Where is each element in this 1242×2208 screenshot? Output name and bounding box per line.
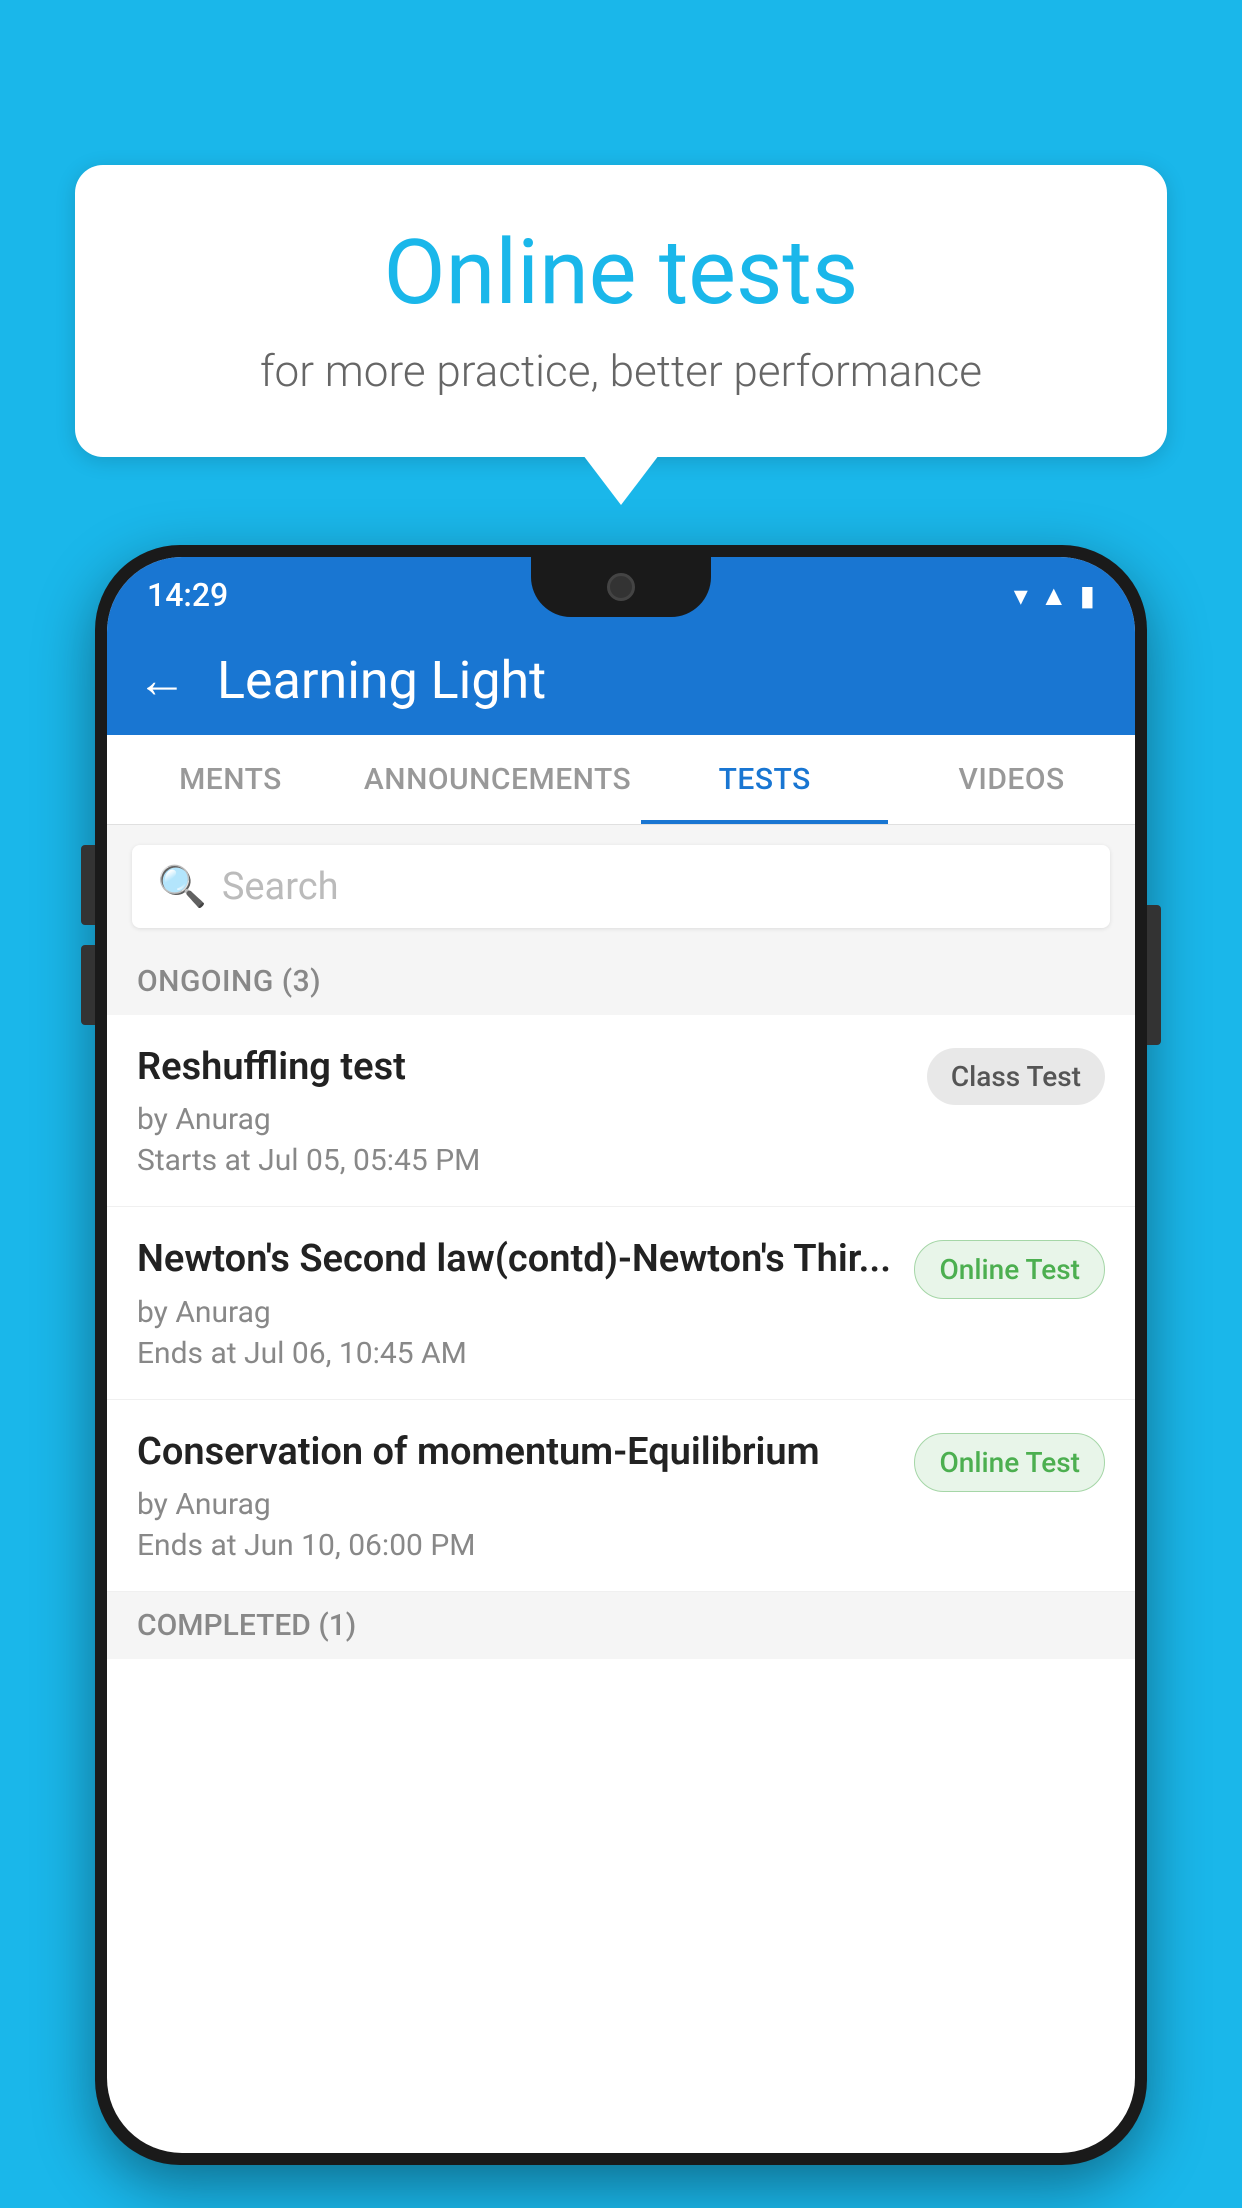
phone-screen: 14:29 ▾ ▲ ▮ ← Learning Light MENTS ANNOU… bbox=[107, 557, 1135, 2153]
test-item-2[interactable]: Newton's Second law(contd)-Newton's Thir… bbox=[107, 1207, 1135, 1399]
tab-ments[interactable]: MENTS bbox=[107, 735, 354, 824]
status-icons: ▾ ▲ ▮ bbox=[1014, 579, 1095, 612]
test-by-2: by Anurag bbox=[137, 1295, 894, 1330]
test-item-3[interactable]: Conservation of momentum-Equilibrium by … bbox=[107, 1400, 1135, 1592]
test-by-1: by Anurag bbox=[137, 1102, 907, 1137]
search-placeholder: Search bbox=[222, 865, 339, 909]
section-header-completed: COMPLETED (1) bbox=[107, 1592, 1135, 1659]
tab-tests[interactable]: TESTS bbox=[641, 735, 888, 824]
status-time: 14:29 bbox=[147, 576, 228, 614]
test-time-1: Starts at Jul 05, 05:45 PM bbox=[137, 1143, 907, 1178]
volume-up-button[interactable] bbox=[81, 845, 95, 925]
test-time-3: Ends at Jun 10, 06:00 PM bbox=[137, 1528, 894, 1563]
phone-outer: 14:29 ▾ ▲ ▮ ← Learning Light MENTS ANNOU… bbox=[95, 545, 1147, 2165]
tab-announcements[interactable]: ANNOUNCEMENTS bbox=[354, 735, 641, 824]
app-bar: ← Learning Light bbox=[107, 625, 1135, 735]
tab-videos[interactable]: VIDEOS bbox=[888, 735, 1135, 824]
search-input-wrapper[interactable]: 🔍 Search bbox=[132, 845, 1110, 928]
search-container: 🔍 Search bbox=[107, 825, 1135, 948]
test-info-3: Conservation of momentum-Equilibrium by … bbox=[137, 1428, 914, 1563]
test-time-2: Ends at Jul 06, 10:45 AM bbox=[137, 1336, 894, 1371]
battery-icon: ▮ bbox=[1080, 579, 1095, 612]
signal-icon: ▲ bbox=[1040, 579, 1068, 612]
search-icon: 🔍 bbox=[157, 863, 207, 910]
bubble-title: Online tests bbox=[135, 220, 1107, 325]
test-name-1: Reshuffling test bbox=[137, 1043, 907, 1092]
front-camera bbox=[607, 573, 635, 601]
test-name-3: Conservation of momentum-Equilibrium bbox=[137, 1428, 894, 1477]
bubble-subtitle: for more practice, better performance bbox=[135, 345, 1107, 397]
tabs-container: MENTS ANNOUNCEMENTS TESTS VIDEOS bbox=[107, 735, 1135, 825]
test-badge-2: Online Test bbox=[914, 1240, 1105, 1299]
power-button[interactable] bbox=[1147, 905, 1161, 1045]
volume-down-button[interactable] bbox=[81, 945, 95, 1025]
speech-bubble: Online tests for more practice, better p… bbox=[75, 165, 1167, 457]
test-badge-3: Online Test bbox=[914, 1433, 1105, 1492]
phone-wrapper: 14:29 ▾ ▲ ▮ ← Learning Light MENTS ANNOU… bbox=[95, 545, 1147, 2208]
wifi-icon: ▾ bbox=[1014, 579, 1028, 612]
test-info-2: Newton's Second law(contd)-Newton's Thir… bbox=[137, 1235, 914, 1370]
test-name-2: Newton's Second law(contd)-Newton's Thir… bbox=[137, 1235, 894, 1284]
section-header-ongoing: ONGOING (3) bbox=[107, 948, 1135, 1015]
test-info-1: Reshuffling test by Anurag Starts at Jul… bbox=[137, 1043, 927, 1178]
test-item-1[interactable]: Reshuffling test by Anurag Starts at Jul… bbox=[107, 1015, 1135, 1207]
app-title: Learning Light bbox=[217, 650, 546, 711]
test-badge-1: Class Test bbox=[927, 1048, 1105, 1105]
back-button[interactable]: ← bbox=[137, 651, 187, 710]
notch bbox=[531, 557, 711, 617]
test-by-3: by Anurag bbox=[137, 1487, 894, 1522]
